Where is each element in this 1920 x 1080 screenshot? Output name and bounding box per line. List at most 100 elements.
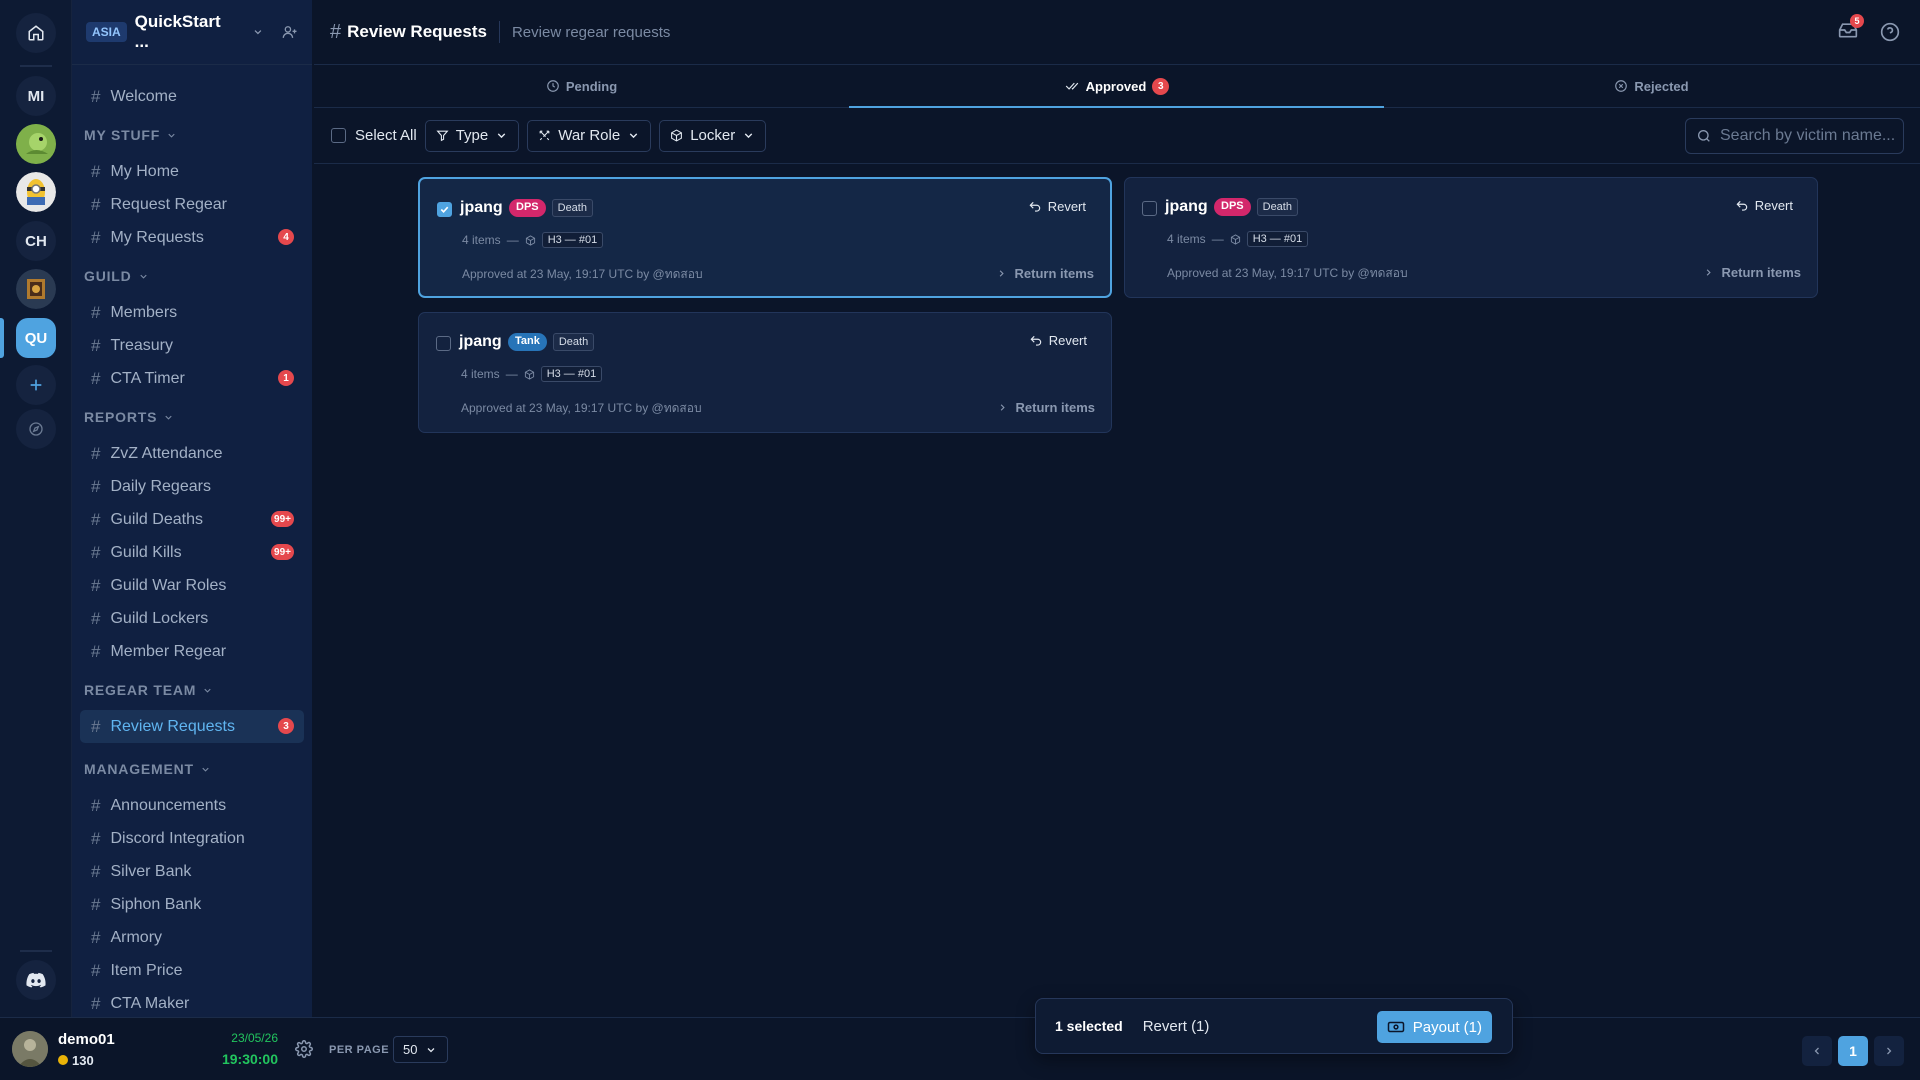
sidebar-item-request-regear[interactable]: # Request Regear (80, 188, 304, 221)
search-input[interactable] (1720, 127, 1900, 145)
revert-button[interactable]: Revert (1735, 198, 1793, 213)
sidebar-item-guild-kills[interactable]: # Guild Kills 99+ (80, 536, 304, 569)
request-card[interactable]: jpang DPS Death 4 items — H3 — #01 Appro… (1124, 177, 1818, 298)
page-button[interactable]: 1 (1838, 1036, 1868, 1066)
section-management[interactable]: MANAGEMENT (72, 749, 312, 789)
clock-icon (547, 80, 559, 92)
request-card[interactable]: jpang Tank Death 4 items — H3 — #01 Appr… (418, 312, 1112, 433)
sidebar-item-guild-lockers[interactable]: # Guild Lockers (80, 602, 304, 635)
card-checkbox[interactable] (436, 336, 451, 351)
server-avatar-art[interactable] (16, 269, 56, 309)
compass-icon[interactable] (16, 409, 56, 449)
war-role-filter[interactable]: War Role (527, 119, 652, 152)
tab-approved[interactable]: Approved 3 (849, 65, 1384, 108)
section-my-stuff[interactable]: MY STUFF (72, 115, 312, 155)
page-subtitle: Review regear requests (511, 23, 671, 41)
sidebar-item-cta-timer[interactable]: # CTA Timer 1 (80, 362, 304, 395)
sidebar-item-daily-regears[interactable]: # Daily Regears (80, 470, 304, 503)
sidebar-item-label: Guild Deaths (110, 510, 203, 528)
sidebar-item-discord-integration[interactable]: # Discord Integration (80, 822, 304, 855)
avatar[interactable] (12, 1031, 48, 1067)
coin-icon (58, 1055, 68, 1065)
server-header[interactable]: ASIA QuickStart ... (72, 0, 312, 65)
revert-button[interactable]: Revert (1029, 333, 1087, 348)
tab-pending[interactable]: Pending (314, 65, 849, 107)
status-tabs: Pending Approved 3 Rejected (314, 65, 1920, 108)
server-avatar-dragon[interactable] (16, 124, 56, 164)
sidebar-item-label: Guild Lockers (110, 609, 209, 627)
locker-filter[interactable]: Locker (659, 119, 767, 152)
approval-info: Approved at 23 May, 19:17 UTC by @ทดสอบ (461, 401, 702, 415)
server-mi[interactable]: MI (16, 76, 56, 116)
item-count: 4 items (462, 233, 501, 247)
sidebar-item-cta-maker[interactable]: # CTA Maker (80, 987, 304, 1017)
sidebar-item-zvz-attendance[interactable]: # ZvZ Attendance (80, 437, 304, 470)
tab-rejected[interactable]: Rejected (1384, 65, 1919, 107)
sidebar-item-siphon-bank[interactable]: # Siphon Bank (80, 888, 304, 921)
discord-icon[interactable] (16, 960, 56, 1000)
chevron-down-icon[interactable] (252, 26, 264, 38)
search-box (1685, 118, 1904, 154)
box-icon (524, 368, 534, 380)
rail-divider-bottom (20, 950, 52, 952)
inbox-button[interactable]: 5 (1838, 14, 1864, 43)
sidebar-item-my-home[interactable]: # My Home (80, 155, 304, 188)
sidebar-item-label: Treasury (110, 336, 173, 354)
sidebar-item-silver-bank[interactable]: # Silver Bank (80, 855, 304, 888)
per-page-select[interactable]: 50 (393, 1036, 448, 1063)
sidebar-item-label: Armory (110, 928, 163, 946)
server-qu[interactable]: QU (16, 318, 56, 358)
sidebar-item-guild-deaths[interactable]: # Guild Deaths 99+ (80, 503, 304, 536)
server-ch[interactable]: CH (16, 221, 56, 261)
sidebar-item-announcements[interactable]: # Announcements (80, 789, 304, 822)
request-card[interactable]: jpang DPS Death 4 items — H3 — #01 Appro… (418, 177, 1112, 298)
gear-icon[interactable] (295, 1040, 313, 1058)
type-filter[interactable]: Type (424, 119, 520, 152)
notification-badge: 5 (1850, 14, 1864, 28)
sidebar-item-welcome[interactable]: # Welcome (80, 80, 304, 113)
sidebar-item-member-regear[interactable]: # Member Regear (80, 635, 304, 668)
help-icon[interactable] (1880, 22, 1900, 42)
card-checkbox[interactable] (437, 202, 452, 217)
card-checkbox[interactable] (1142, 201, 1157, 216)
box-icon (1230, 233, 1240, 245)
select-all-checkbox[interactable] (331, 128, 346, 143)
sidebar-item-review-requests[interactable]: # Review Requests 3 (80, 710, 304, 743)
server-avatar-minion[interactable] (16, 172, 56, 212)
sidebar-item-treasury[interactable]: # Treasury (80, 329, 304, 362)
section-reports[interactable]: REPORTS (72, 397, 312, 437)
filter-icon (436, 130, 449, 142)
sidebar-item-label: Daily Regears (110, 477, 211, 495)
main-content: # Review Requests Review regear requests… (314, 0, 1920, 1080)
sidebar-item-label: Review Requests (110, 717, 235, 735)
chevron-right-icon (1887, 1047, 1892, 1055)
item-count: 4 items (1167, 232, 1206, 246)
payout-button[interactable]: Payout (1) (1376, 1011, 1492, 1043)
select-all-label[interactable]: Select All (355, 127, 417, 144)
sidebar-item-label: CTA Timer (110, 369, 185, 387)
section-guild[interactable]: GUILD (72, 256, 312, 296)
chevron-down-icon (629, 133, 638, 139)
return-items-toggle[interactable]: Return items (996, 266, 1094, 281)
sidebar-item-members[interactable]: # Members (80, 296, 304, 329)
channel-sidebar: ASIA QuickStart ... # Welcome MY STUFF # M… (72, 0, 312, 1017)
revert-button[interactable]: Revert (1028, 199, 1086, 214)
prev-page-button[interactable] (1802, 1036, 1832, 1066)
sidebar-item-item-price[interactable]: # Item Price (80, 954, 304, 987)
next-page-button[interactable] (1874, 1036, 1904, 1066)
return-items-toggle[interactable]: Return items (1703, 265, 1801, 280)
double-check-icon (1065, 82, 1078, 90)
add-server-icon[interactable] (16, 365, 56, 405)
victim-name: jpang (1165, 198, 1208, 215)
sidebar-item-my-requests[interactable]: # My Requests 4 (80, 221, 304, 254)
sidebar-item-guild-war-roles[interactable]: # Guild War Roles (80, 569, 304, 602)
home-icon[interactable] (16, 13, 56, 53)
undo-icon (1736, 200, 1747, 211)
role-badge: DPS (509, 199, 546, 217)
chevron-down-icon (428, 1047, 435, 1052)
section-regear-team[interactable]: REGEAR TEAM (72, 670, 312, 710)
add-user-icon[interactable] (282, 24, 298, 40)
return-items-toggle[interactable]: Return items (997, 400, 1095, 415)
bulk-revert-button[interactable]: Revert (1) (1143, 1018, 1210, 1035)
sidebar-item-armory[interactable]: # Armory (80, 921, 304, 954)
